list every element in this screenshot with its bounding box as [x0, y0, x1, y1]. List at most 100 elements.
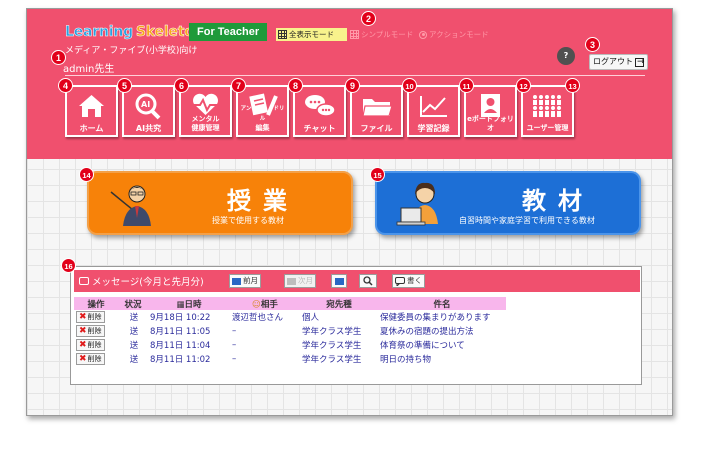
search-button[interactable] — [359, 274, 377, 288]
delete-label: 削除 — [87, 355, 102, 363]
chat-icon — [305, 95, 336, 117]
header-divider — [65, 75, 645, 76]
message-toolbar: メッセージ(今月と先月分) 前月 次月 書く — [74, 270, 640, 292]
app-logo[interactable]: Learning Skeleton — [65, 23, 204, 41]
app-window: Learning Skeleton For Teacher 全表示モード シンプ… — [26, 8, 673, 416]
prev-month-button[interactable]: 前月 — [229, 274, 261, 288]
close-icon: ✖ — [79, 354, 87, 364]
col-header-partner-label: 相手 — [260, 299, 278, 310]
message-table: 操作 状況 ▦日時 ☺相手 宛先種 件名 ✖ 削除 送 9月18日 10:22 渡… — [74, 297, 506, 366]
write-message-button[interactable]: 書く — [392, 274, 425, 288]
refresh-button[interactable] — [331, 274, 347, 288]
table-header-row: 操作 状況 ▦日時 ☺相手 宛先種 件名 — [74, 297, 506, 310]
kyozai-title: 教材 — [522, 187, 594, 215]
table-row: ✖ 削除 送 8月11日 11:02 – 学年クラス学生 明日の持ち物 — [74, 352, 506, 366]
cell-subject[interactable]: 保健委員の集まりがあります — [378, 310, 506, 324]
calendar-icon: ▦ — [176, 299, 185, 310]
cell-recipient: 学年クラス学生 — [302, 341, 362, 351]
nav-chat-label: チャット — [303, 124, 336, 133]
delete-label: 削除 — [87, 327, 102, 335]
callout-badge-16: 16 — [61, 258, 76, 273]
nav-ai-label: AI共究 — [135, 124, 162, 133]
face-icon: ☺ — [252, 299, 261, 310]
delete-button[interactable]: ✖ 削除 — [76, 339, 105, 351]
cell-subject[interactable]: 夏休みの宿題の提出方法 — [378, 324, 506, 338]
cell-partner: – — [232, 354, 237, 364]
cell-status: 送 — [129, 355, 139, 365]
refresh-icon — [334, 277, 344, 285]
cell-datetime: 9月18日 10:22 — [150, 313, 211, 323]
logout-button[interactable]: ログアウト — [589, 54, 648, 70]
nav-mental-line2: 健康管理 — [191, 124, 220, 132]
next-month-button[interactable]: 次月 — [284, 274, 316, 288]
prev-arrow-icon — [232, 277, 241, 285]
ai-search-icon: AI — [135, 93, 161, 120]
table-row: ✖ 削除 送 8月11日 11:04 – 学年クラス学生 体育祭の準備について — [74, 338, 506, 352]
user-name: admin先生 — [63, 64, 115, 75]
nav-ai-button[interactable]: AI AI共究 — [122, 85, 175, 137]
nav-portfolio-label: eポートフォリオ — [467, 115, 514, 132]
nav-mental-button[interactable]: メンタル 健康管理 — [179, 85, 232, 137]
mode-action-button[interactable]: アクションモード — [419, 28, 489, 41]
svg-text:AI: AI — [141, 100, 150, 109]
callout-badge-3: 3 — [585, 37, 600, 52]
nav-chat-button[interactable]: チャット — [293, 85, 346, 137]
close-icon: ✖ — [79, 326, 87, 336]
nav-record-button[interactable]: 学習記録 — [407, 85, 460, 137]
nav-portfolio-button[interactable]: eポートフォリオ — [464, 85, 517, 137]
nav-users-button[interactable]: ユーザー管理 — [521, 85, 574, 137]
message-icon — [79, 277, 89, 285]
col-header-datetime-label: 日時 — [184, 299, 202, 310]
delete-button[interactable]: ✖ 削除 — [76, 311, 105, 323]
callout-badge-12: 12 — [516, 78, 531, 93]
users-icon — [533, 95, 561, 117]
callout-badge-14: 14 — [79, 167, 94, 182]
nav-file-button[interactable]: ファイル — [350, 85, 403, 137]
nav-home-button[interactable]: ホーム — [65, 85, 118, 137]
callout-badge-4: 4 — [58, 78, 73, 93]
close-icon: ✖ — [79, 340, 87, 350]
cell-recipient: 学年クラス学生 — [302, 327, 362, 337]
delete-button[interactable]: ✖ 削除 — [76, 353, 105, 365]
nav-survey-button[interactable]: アンケート・ドリル 編集 — [236, 85, 289, 137]
nav-survey-line1: アンケート・ドリル — [240, 106, 285, 122]
cell-partner: – — [232, 340, 237, 350]
logout-label: ログアウト — [593, 57, 633, 66]
mode-full-label: 全表示モード — [289, 30, 334, 39]
cell-subject[interactable]: 明日の持ち物 — [378, 352, 506, 366]
delete-label: 削除 — [87, 341, 102, 349]
nav-record-label: 学習記録 — [417, 124, 450, 133]
delete-button[interactable]: ✖ 削除 — [76, 325, 105, 337]
nav-file-label: ファイル — [360, 124, 393, 133]
next-arrow-icon — [287, 277, 296, 285]
jugyo-title: 授業 — [227, 187, 299, 215]
kyozai-button[interactable]: 教材 自習時間や家庭学習で利用できる教材 — [375, 171, 641, 235]
callout-badge-11: 11 — [459, 78, 474, 93]
jugyo-button[interactable]: 授業 授業で使用する教材 — [87, 171, 353, 235]
cell-subject[interactable]: 体育祭の準備について — [378, 338, 506, 352]
grid-icon — [350, 30, 359, 39]
nav-survey-label: アンケート・ドリル 編集 — [238, 104, 287, 133]
callout-badge-10: 10 — [402, 78, 417, 93]
callout-badge-6: 6 — [174, 78, 189, 93]
message-title: メッセージ(今月と先月分) — [92, 277, 204, 288]
mode-simple-button[interactable]: シンプルモード — [348, 28, 415, 41]
mode-full-button[interactable]: 全表示モード — [276, 28, 347, 41]
search-icon — [363, 276, 373, 286]
message-panel: メッセージ(今月と先月分) 前月 次月 書く 操作 状況 ▦日時 ☺相手 宛先種… — [70, 266, 642, 385]
cell-status: 送 — [129, 327, 139, 337]
col-header-action: 操作 — [74, 297, 118, 310]
callout-badge-15: 15 — [370, 167, 385, 182]
nav-home-label: ホーム — [79, 124, 104, 133]
cell-action: ✖ 削除 — [74, 324, 118, 338]
cell-partner[interactable]: 渡辺哲也さん — [230, 310, 300, 324]
cell-action: ✖ 削除 — [74, 338, 118, 352]
write-label: 書く — [407, 276, 422, 285]
help-book-icon[interactable]: ? — [557, 47, 575, 65]
speech-bubble-icon — [395, 276, 405, 286]
next-month-label: 次月 — [298, 276, 313, 285]
nav-users-label: ユーザー管理 — [526, 124, 569, 132]
prev-month-label: 前月 — [243, 276, 258, 285]
mode-action-label: アクションモード — [429, 30, 489, 39]
chart-line-icon — [420, 96, 447, 117]
